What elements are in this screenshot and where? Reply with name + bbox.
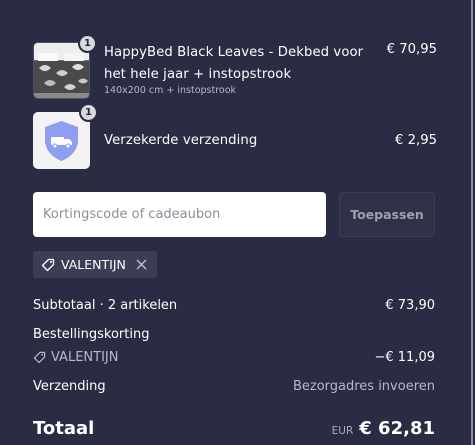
- product-title: HappyBed Black Leaves - Dekbed voor het …: [104, 45, 364, 82]
- duvet-product-image: 1: [33, 34, 97, 99]
- subtotal-value: € 73,90: [385, 298, 435, 313]
- subtotal-label: Subtotaal · 2 artikelen: [33, 298, 178, 313]
- line-item-insured-shipping: 1 Verzekerde verzending € 2,95: [33, 103, 437, 169]
- line-item-info: Verzekerde verzending: [104, 130, 387, 152]
- quantity-badge: 1: [78, 34, 97, 53]
- total-label: Totaal: [33, 418, 95, 439]
- product-title: Verzekerde verzending: [104, 132, 258, 148]
- insured-shipping-image: 1: [33, 103, 98, 169]
- total-value-group: EUR € 62,81: [332, 418, 435, 439]
- discount-code-input[interactable]: Kortingscode of cadeaubon: [33, 192, 326, 237]
- quantity-badge: 1: [79, 103, 98, 122]
- shield-truck-icon: [45, 121, 78, 161]
- subtotal-row: Subtotaal · 2 artikelen € 73,90: [33, 298, 435, 313]
- line-item-duvet: 1 HappyBed Black Leaves - Dekbed voor he…: [33, 34, 437, 99]
- order-discount-row: Bestellingskorting: [33, 327, 435, 342]
- remove-discount-icon[interactable]: [136, 259, 147, 270]
- currency-code: EUR: [331, 425, 354, 437]
- product-thumbnail-art: [34, 43, 89, 98]
- line-item-price: € 70,95: [386, 42, 437, 57]
- discount-code-text: VALENTIJN: [51, 350, 119, 365]
- discount-value: −€ 11,09: [374, 350, 435, 365]
- tag-icon: [33, 351, 46, 364]
- line-item-price: € 2,95: [395, 133, 437, 148]
- order-discount-label: Bestellingskorting: [33, 327, 150, 342]
- discount-code-placeholder: Kortingscode of cadeaubon: [43, 207, 221, 222]
- total-row: Totaal EUR € 62,81: [33, 418, 435, 439]
- applied-discount-tag: VALENTIJN: [33, 251, 157, 278]
- applied-discount-code: VALENTIJN: [61, 257, 126, 272]
- tag-icon: [41, 258, 55, 272]
- product-variant: 140x200 cm + instopstrook: [104, 85, 237, 96]
- discount-code-row: VALENTIJN −€ 11,09: [33, 350, 435, 365]
- shipping-label: Verzending: [33, 379, 106, 394]
- apply-discount-button[interactable]: Toepassen: [339, 192, 435, 237]
- order-summary-panel: 1 HappyBed Black Leaves - Dekbed voor he…: [0, 0, 473, 445]
- line-item-info: HappyBed Black Leaves - Dekbed voor het …: [104, 42, 379, 96]
- discount-code-info: VALENTIJN: [33, 350, 118, 365]
- total-value: € 62,81: [359, 418, 435, 439]
- shipping-row: Verzending Bezorgadres invoeren: [33, 379, 435, 394]
- shipping-value: Bezorgadres invoeren: [292, 379, 435, 394]
